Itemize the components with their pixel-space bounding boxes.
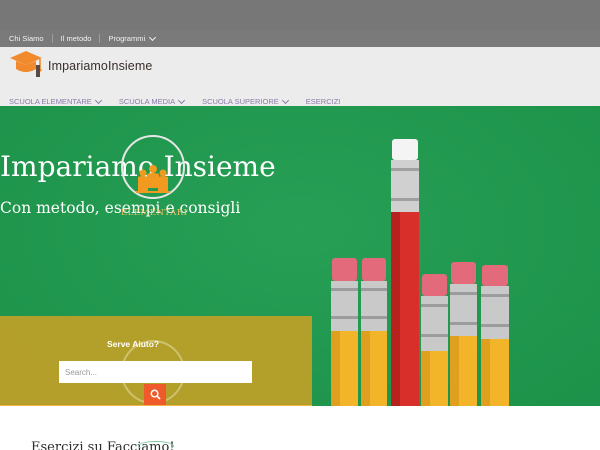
site-logo[interactable]: ImpariamoInsieme [8,49,158,79]
nav-scuola-superiore[interactable]: SCUOLA SUPERIORE [202,96,289,106]
nav-scuola-elementare[interactable]: SCUOLA ELEMENTARE [9,96,102,106]
topmenu-item-label: Il metodo [60,34,92,43]
children-group-icon [136,165,170,193]
site-header: ImpariamoInsieme SCUOLA ELEMENTARE SCUOL… [0,47,600,106]
pencils-image [331,139,509,406]
search-input[interactable] [59,361,252,383]
nav-scuola-media[interactable]: SCUOLA MEDIA [118,96,186,106]
topmenu-item-chi-siamo[interactable]: Chi Siamo [9,34,44,43]
top-grey-strip [0,0,600,30]
pencil-illustration [361,258,387,406]
topmenu-item-programmi[interactable]: Programmi [108,33,157,43]
nav-label: SCUOLA ELEMENTARE [9,97,92,106]
pencil-illustration [450,262,477,406]
chevron-down-icon [94,96,102,104]
graduation-cap-icon [10,51,42,77]
chevron-down-icon [149,33,157,41]
main-nav: SCUOLA ELEMENTARE SCUOLA MEDIA SCUOLA SU… [9,96,341,106]
search-button[interactable] [144,384,166,405]
help-title: Serve Aiuto? [107,339,160,349]
nav-esercizi[interactable]: ESERCIZI [306,97,341,106]
topmenu-divider [51,34,53,43]
chevron-down-icon [178,96,186,104]
category-elementari-label: ELEMENTARI [121,208,188,218]
topmenu-item-il-metodo[interactable]: Il metodo [61,34,92,43]
pencil-illustration [391,139,419,406]
topmenu-item-label: Chi Siamo [9,34,44,43]
nav-label: SCUOLA SUPERIORE [202,97,279,106]
topmenu-item-label: Programmi [108,34,146,43]
chevron-down-icon [281,96,289,104]
pencil-illustration [331,258,358,406]
heading-decoration [138,441,174,450]
nav-label: ESERCIZI [305,97,341,106]
top-menu-bar: Chi Siamo Il metodo Programmi [0,30,600,47]
search-icon [150,389,161,400]
logo-text: ImpariamoInsieme [48,59,153,73]
pencil-illustration [481,265,509,406]
pencil-illustration [421,274,448,406]
nav-label: SCUOLA MEDIA [118,97,176,106]
topmenu-divider [99,34,101,43]
